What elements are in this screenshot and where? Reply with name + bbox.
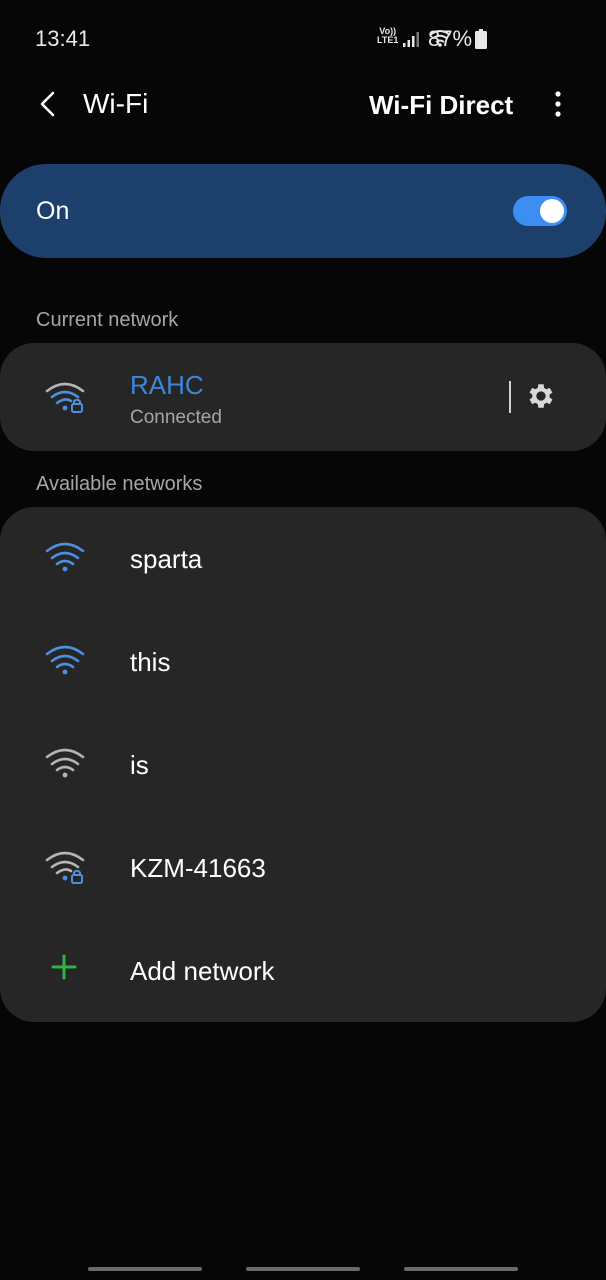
network-row-this[interactable]: this xyxy=(0,610,606,713)
home-button[interactable] xyxy=(246,1267,360,1271)
toggle-knob xyxy=(540,199,564,223)
battery-icon xyxy=(475,29,487,54)
wifi-icon xyxy=(44,747,86,783)
current-network-name: RAHC xyxy=(130,370,204,400)
wifi-direct-button[interactable]: Wi-Fi Direct xyxy=(369,90,513,121)
add-network-label: Add network xyxy=(130,956,275,986)
back-button[interactable] xyxy=(30,88,66,124)
back-nav-button[interactable] xyxy=(404,1267,518,1271)
navigation-bar xyxy=(0,1262,606,1280)
current-network-status: Connected xyxy=(130,407,222,428)
status-time: 13:41 xyxy=(35,26,91,51)
app-bar: Wi-Fi Wi-Fi Direct xyxy=(0,78,606,138)
master-switch-label: On xyxy=(36,197,70,225)
network-row-sparta[interactable]: sparta xyxy=(0,507,606,610)
signal-icon xyxy=(402,30,420,53)
available-networks-header: Available networks xyxy=(36,473,203,495)
status-bar: 13:41 Vo)) LTE1 87% xyxy=(0,0,606,78)
network-name: is xyxy=(130,750,149,780)
available-networks-card: sparta this is KZM-41663 Add network xyxy=(0,507,606,1022)
wifi-master-switch[interactable]: On xyxy=(0,164,606,258)
network-row-kzm-41663[interactable]: KZM-41663 xyxy=(0,816,606,919)
wifi-settings-screen: 13:41 Vo)) LTE1 87% Wi-Fi Wi-Fi Direct O… xyxy=(0,0,606,1280)
current-network-row[interactable]: RAHC Connected xyxy=(0,343,606,451)
network-row-is[interactable]: is xyxy=(0,713,606,816)
network-name: this xyxy=(130,647,171,677)
more-options-button[interactable] xyxy=(546,88,570,124)
network-name: sparta xyxy=(130,544,203,574)
gear-icon xyxy=(525,380,557,417)
add-network-row[interactable]: Add network xyxy=(0,919,606,1022)
page-title: Wi-Fi xyxy=(83,88,149,119)
recent-apps-button[interactable] xyxy=(88,1267,202,1271)
wifi-toggle[interactable] xyxy=(513,196,567,226)
wifi-lock-icon xyxy=(44,850,86,886)
network-name: KZM-41663 xyxy=(130,853,266,883)
wifi-lock-icon xyxy=(44,379,86,415)
more-vertical-icon xyxy=(555,90,561,122)
current-network-card: RAHC Connected xyxy=(0,343,606,451)
current-network-header: Current network xyxy=(36,309,179,331)
network-type-label: LTE1 xyxy=(377,35,399,45)
volte-icon: Vo)) LTE1 xyxy=(377,27,398,45)
chevron-left-icon xyxy=(38,91,58,122)
battery-percentage: 87% xyxy=(428,26,473,51)
network-settings-button[interactable] xyxy=(523,380,559,416)
plus-icon xyxy=(50,953,92,989)
row-divider xyxy=(509,381,511,413)
wifi-icon xyxy=(44,541,86,577)
wifi-icon xyxy=(44,644,86,680)
